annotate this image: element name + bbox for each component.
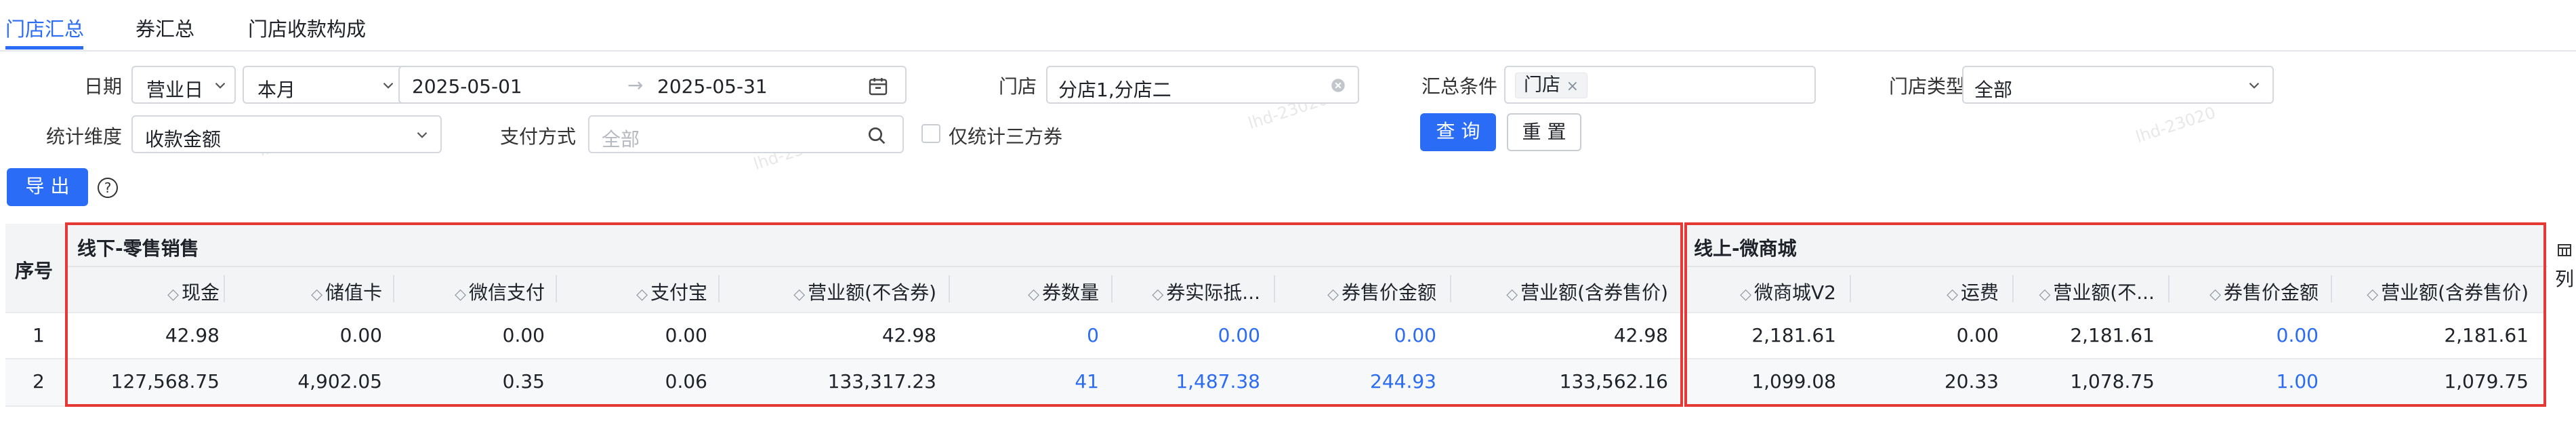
summary-condition-select[interactable]: 门店 × (1504, 66, 1816, 104)
chevron-down-icon (2249, 82, 2260, 89)
highlight-offline-group (65, 222, 1683, 407)
columns-toggle[interactable]: 列 (2554, 241, 2575, 292)
date-range-type-select[interactable]: 本月 (243, 66, 405, 104)
chevron-down-icon (417, 132, 428, 138)
highlight-online-group (1684, 222, 2546, 407)
end-date[interactable]: 2025-05-31 (657, 75, 768, 98)
third-party-only-checkbox[interactable] (921, 124, 940, 143)
store-type-select[interactable]: 全部 (1962, 66, 2274, 104)
start-date[interactable]: 2025-05-01 (412, 75, 522, 98)
dimension-label: 统计维度 (45, 125, 122, 148)
third-party-only-label: 仅统计三方券 (949, 125, 1063, 148)
arrow-right-icon: → (627, 74, 644, 96)
date-range-picker[interactable]: 2025-05-01 → 2025-05-31 (398, 66, 907, 104)
tab-store-summary[interactable]: 门店汇总 (5, 14, 84, 42)
payment-method-label: 支付方式 (499, 125, 576, 148)
store-label: 门店 (998, 75, 1037, 98)
search-icon (869, 127, 886, 144)
summary-tag: 门店 × (1515, 73, 1588, 98)
calendar-icon[interactable] (867, 75, 889, 97)
row2-seq: 2 (33, 370, 45, 393)
store-type-label: 门店类型 (1888, 75, 1965, 98)
help-icon[interactable]: ? (98, 178, 118, 198)
tab-coupon-summary[interactable]: 券汇总 (136, 14, 194, 42)
seq-header: 序号 (15, 260, 54, 282)
tab-store-payment-composition[interactable]: 门店收款构成 (248, 14, 366, 42)
export-button[interactable]: 导 出 (7, 168, 88, 206)
watermark: lhd-23020 (2133, 102, 2218, 147)
query-button[interactable]: 查 询 (1420, 113, 1496, 151)
chevron-down-icon (215, 82, 226, 89)
active-tab-indicator (5, 46, 83, 49)
summary-condition-label: 汇总条件 (1421, 75, 1497, 98)
date-label: 日期 (83, 75, 122, 98)
tag-close-icon[interactable]: × (1566, 78, 1579, 95)
row1-seq: 1 (33, 324, 45, 346)
payment-method-select[interactable]: 全部 (588, 115, 904, 153)
dimension-select[interactable]: 收款金额 (131, 115, 442, 153)
date-type-select[interactable]: 营业日 (131, 66, 236, 104)
store-select[interactable]: 分店1,分店二 (1046, 66, 1359, 104)
reset-button[interactable]: 重 置 (1507, 113, 1581, 151)
chevron-down-icon (383, 82, 394, 89)
clear-icon[interactable] (1329, 77, 1347, 94)
table-columns-icon (2558, 244, 2571, 256)
tab-bar: 门店汇总 券汇总 门店收款构成 (0, 0, 2576, 52)
